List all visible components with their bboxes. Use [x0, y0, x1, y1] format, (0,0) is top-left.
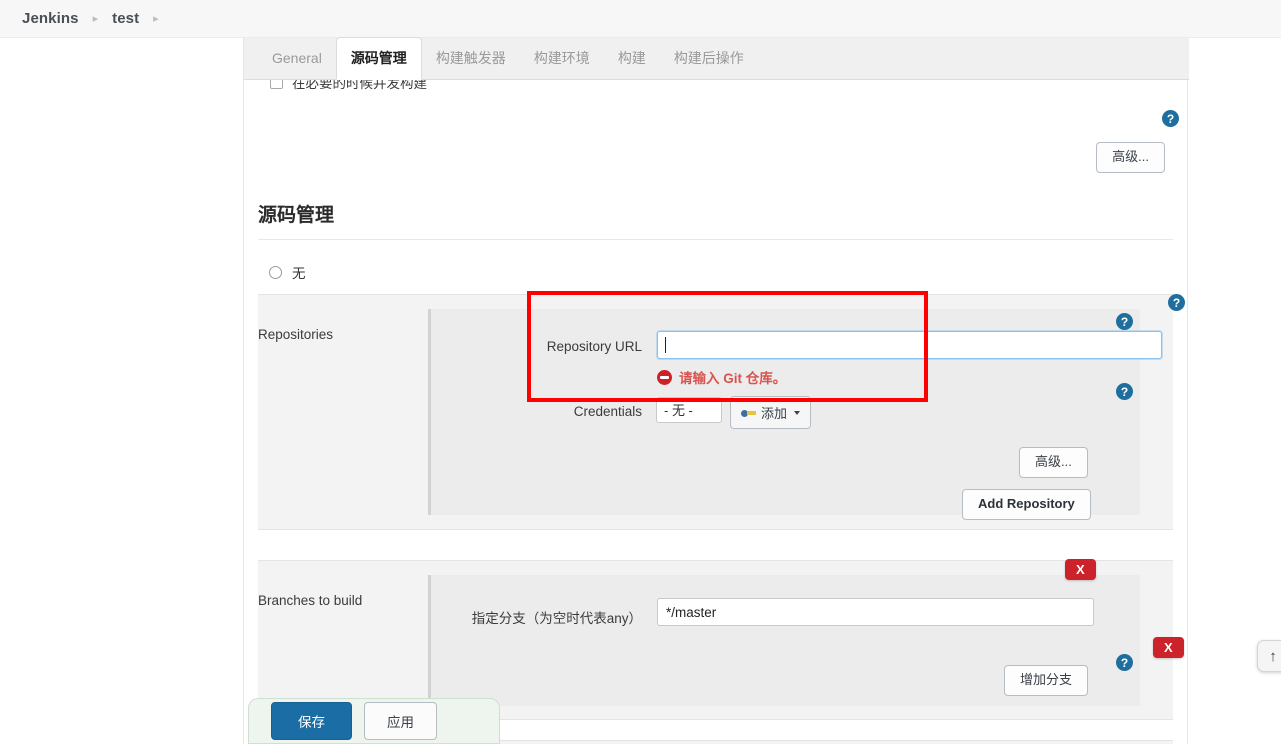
breadcrumb-separator-icon: ▸ — [153, 13, 159, 25]
help-icon-repositories[interactable]: ? — [1168, 294, 1185, 311]
config-tab-strip: General 源码管理 构建触发器 构建环境 构建 构建后操作 — [244, 37, 1189, 80]
apply-button[interactable]: 应用 — [364, 702, 437, 740]
scm-section-header: 源码管理 — [258, 200, 1173, 240]
branch-spec-label: 指定分支（为空时代表any） — [471, 611, 642, 626]
tab-general[interactable]: General — [258, 37, 336, 79]
advanced-button-repository[interactable]: 高级... — [1019, 447, 1088, 478]
radio-none[interactable] — [269, 265, 282, 279]
tab-build[interactable]: 构建 — [604, 37, 660, 79]
tab-post-build-actions[interactable]: 构建后操作 — [660, 37, 758, 79]
config-panel: General 源码管理 构建触发器 构建环境 构建 构建后操作 在必要的时候并… — [243, 37, 1189, 744]
repository-url-input[interactable] — [657, 331, 1162, 359]
form-action-bar: 保存 应用 — [248, 698, 500, 744]
credentials-select[interactable]: - 无 - — [656, 397, 722, 423]
help-icon-credentials[interactable]: ? — [1116, 383, 1133, 400]
help-icon-repository-url[interactable]: ? — [1116, 313, 1133, 330]
right-gutter — [1188, 38, 1281, 744]
tab-build-triggers[interactable]: 构建触发器 — [422, 37, 520, 79]
branch-spec-input[interactable] — [657, 598, 1094, 626]
delete-branch-chip[interactable]: X — [1065, 559, 1096, 580]
repository-url-label: Repository URL — [546, 339, 642, 354]
chevron-down-icon — [794, 410, 801, 415]
section-divider — [258, 239, 1173, 240]
left-gutter — [0, 38, 243, 744]
breadcrumb-item-test[interactable]: test — [112, 10, 139, 27]
concurrent-build-checkbox-row[interactable]: 在必要的时候并发构建 — [270, 80, 427, 92]
scm-option-none[interactable]: 无 — [269, 262, 306, 282]
delete-branch-button[interactable]: X — [1153, 637, 1184, 658]
text-caret — [665, 337, 666, 353]
concurrent-build-label: 在必要的时候并发构建 — [292, 80, 427, 91]
repository-entry-box: Repository URL 请输入 Git 仓库。 Credentials -… — [428, 309, 1162, 520]
repositories-label: Repositories — [258, 327, 334, 342]
branch-entry-box: 指定分支（为空时代表any） 增加分支 — [428, 575, 1140, 706]
advanced-button-general[interactable]: 高级... — [1096, 142, 1165, 173]
page-title: 源码管理 — [258, 205, 335, 226]
repository-url-error: 请输入 Git 仓库。 — [657, 367, 786, 387]
error-icon — [657, 369, 672, 385]
tab-source-code-management[interactable]: 源码管理 — [335, 37, 422, 80]
breadcrumb-separator-icon: ▸ — [92, 13, 99, 25]
key-icon — [741, 408, 756, 418]
branches-to-build-label: Branches to build — [258, 593, 363, 608]
arrow-up-icon: ↑ — [1269, 647, 1277, 665]
jenkins-job-config-page: Jenkins ▸ test ▸ General 源码管理 构建触发器 构建环境… — [0, 0, 1281, 744]
add-repository-button[interactable]: Add Repository — [962, 489, 1091, 520]
repository-url-error-text: 请输入 Git 仓库。 — [679, 371, 787, 386]
add-branch-button[interactable]: 增加分支 — [1004, 665, 1089, 696]
help-icon-general[interactable]: ? — [1162, 110, 1179, 127]
help-icon-branches[interactable]: ? — [1116, 654, 1133, 671]
breadcrumb: Jenkins ▸ test ▸ — [0, 0, 1281, 38]
branches-to-build-row: Branches to build 指定分支（为空时代表any） 增加分支 X … — [258, 560, 1184, 720]
add-credentials-label: 添加 — [761, 406, 788, 421]
credentials-label: Credentials — [573, 404, 642, 419]
breadcrumb-item-jenkins[interactable]: Jenkins — [22, 10, 79, 27]
tab-build-environment[interactable]: 构建环境 — [520, 37, 604, 79]
scm-option-none-label: 无 — [292, 266, 306, 281]
config-form-body: 在必要的时候并发构建 ? 高级... 源码管理 无 Git Repositori… — [244, 80, 1187, 744]
save-button[interactable]: 保存 — [271, 702, 352, 740]
scroll-to-top-button[interactable]: ↑ — [1257, 640, 1281, 672]
add-credentials-button[interactable]: 添加 — [730, 396, 812, 429]
repositories-row: Repositories Repository URL 请输入 Git 仓库。 … — [258, 294, 1185, 530]
concurrent-build-checkbox[interactable] — [270, 80, 283, 89]
